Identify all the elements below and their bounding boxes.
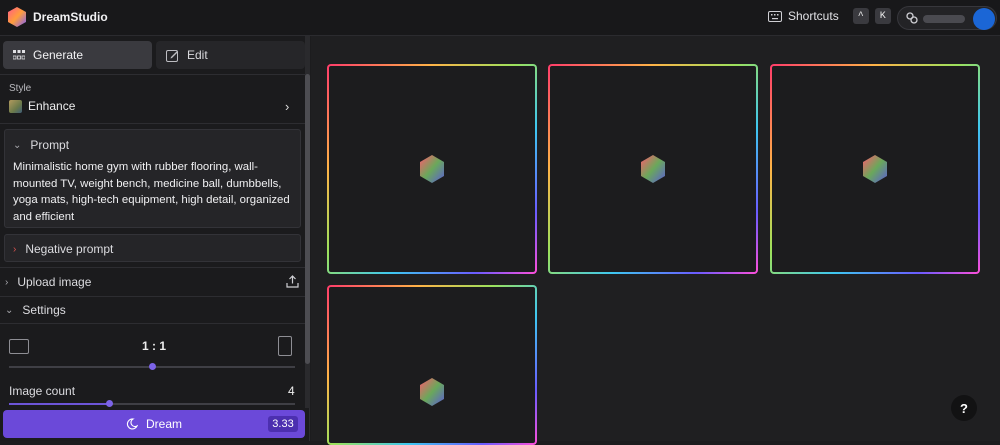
negative-prompt-label: Negative prompt — [25, 242, 114, 256]
style-label: Style — [9, 83, 32, 94]
tab-edit-label: Edit — [187, 48, 208, 62]
chevron-down-icon: ⌄ — [5, 304, 14, 316]
account-name-placeholder — [923, 15, 965, 23]
moon-icon — [126, 418, 138, 430]
negative-prompt-header: › Negative prompt — [13, 242, 113, 256]
tab-generate-label: Generate — [33, 48, 84, 62]
divider — [0, 267, 305, 268]
tab-edit[interactable]: Edit — [156, 41, 305, 69]
chevron-right-icon[interactable]: › — [285, 99, 289, 114]
edit-icon — [166, 49, 178, 62]
image-count-label: Image count — [9, 384, 76, 398]
divider — [0, 296, 305, 297]
app-title: DreamStudio — [33, 10, 108, 24]
shortcut-key-ctrl: ^ — [852, 8, 869, 24]
image-placeholder — [550, 66, 756, 272]
generated-image-card[interactable] — [548, 64, 758, 274]
shortcuts-button[interactable]: Shortcuts ^ K — [768, 8, 891, 24]
settings-label: Settings — [22, 303, 66, 317]
chevron-right-icon: › — [13, 243, 17, 255]
sidebar-scrollbar-thumb[interactable] — [305, 74, 310, 364]
dream-button-label: Dream — [145, 417, 182, 431]
chevron-right-icon: › — [5, 276, 9, 288]
image-canvas — [311, 36, 1000, 445]
upload-icon[interactable] — [286, 275, 299, 288]
sidebar: Generate Edit Style Enhance › ⌄ Prompt M… — [0, 36, 310, 441]
negative-prompt-panel[interactable]: › Negative prompt — [4, 234, 301, 262]
hexagon-icon — [863, 155, 887, 183]
aspect-ratio-slider-handle[interactable] — [148, 363, 156, 370]
style-selector[interactable]: Enhance — [9, 99, 75, 113]
credit-cost-badge: 3.33 — [268, 416, 298, 432]
shortcut-key-k: K — [874, 8, 891, 24]
generated-image-card[interactable] — [770, 64, 980, 274]
hexagon-icon — [420, 378, 444, 406]
style-thumbnail — [9, 99, 22, 113]
portrait-ratio-icon[interactable] — [278, 336, 292, 356]
help-button[interactable]: ? — [951, 395, 977, 421]
settings-toggle[interactable]: ⌄ Settings — [5, 303, 66, 317]
hexagon-icon — [641, 155, 665, 183]
top-bar: DreamStudio Shortcuts ^ K — [0, 0, 1000, 36]
chevron-down-icon: ⌄ — [13, 139, 22, 151]
image-placeholder — [329, 287, 535, 443]
dream-button[interactable]: Dream — [3, 410, 305, 438]
mode-tabs: Generate Edit — [3, 41, 305, 71]
hexagon-icon — [420, 155, 444, 183]
upload-image-label: Upload image — [17, 275, 92, 289]
avatar[interactable] — [973, 8, 995, 30]
prompt-input[interactable]: Minimalistic home gym with rubber floori… — [13, 159, 298, 225]
keyboard-icon — [768, 10, 782, 22]
prompt-header[interactable]: ⌄ Prompt — [13, 138, 69, 152]
upload-image-toggle[interactable]: › Upload image — [5, 275, 91, 289]
aspect-ratio-value: 1 : 1 — [142, 339, 167, 353]
divider — [0, 323, 305, 324]
image-placeholder — [772, 66, 978, 272]
prompt-panel: ⌄ Prompt Minimalistic home gym with rubb… — [4, 129, 301, 228]
generated-image-card[interactable] — [327, 285, 537, 445]
dreamstudio-logo-icon[interactable] — [6, 6, 28, 28]
account-menu[interactable] — [897, 6, 997, 30]
image-placeholder — [329, 66, 535, 272]
image-count-slider-fill — [9, 403, 110, 405]
grid-icon — [13, 50, 25, 60]
divider — [0, 74, 305, 75]
landscape-ratio-icon[interactable] — [9, 339, 29, 354]
shortcuts-label: Shortcuts — [788, 9, 839, 23]
style-value: Enhance — [28, 99, 76, 113]
generated-image-card[interactable] — [327, 64, 537, 274]
divider — [0, 123, 305, 124]
tab-generate[interactable]: Generate — [3, 41, 152, 69]
prompt-label: Prompt — [30, 138, 70, 152]
image-count-slider-handle[interactable] — [105, 400, 113, 407]
link-icon — [906, 12, 918, 24]
image-count-value: 4 — [288, 384, 295, 398]
